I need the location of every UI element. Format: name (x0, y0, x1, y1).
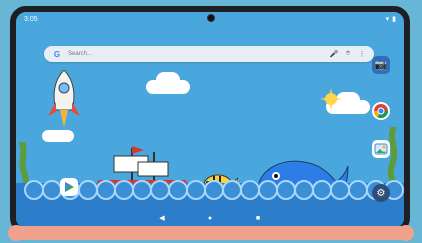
status-bar: 3:05 ▾ ▮ (16, 12, 404, 26)
wifi-icon: ▾ (385, 16, 390, 23)
tablet-frame: 3:05 ▾ ▮ G Search... 🎤 ⌾ ⋮ 📷 ⚙ ◀ ● ■ (10, 6, 410, 234)
play-store-app-icon[interactable] (60, 178, 78, 196)
mic-icon[interactable]: 🎤 (330, 50, 339, 58)
gallery-app-icon[interactable] (372, 140, 390, 158)
grid-icon[interactable]: ⋮ (358, 50, 366, 58)
battery-icon: ▮ (392, 16, 396, 23)
chrome-app-icon[interactable] (372, 102, 390, 120)
recents-button[interactable]: ■ (254, 214, 262, 222)
google-icon: G (53, 49, 61, 59)
gallery-icon (374, 143, 388, 155)
navigation-bar: ◀ ● ■ (16, 212, 404, 224)
rocket-graphic (48, 70, 80, 128)
settings-app-icon[interactable]: ⚙ (372, 184, 390, 202)
search-actions: 🎤 ⌾ ⋮ (330, 50, 366, 58)
google-search-bar[interactable]: G Search... 🎤 ⌾ ⋮ (44, 46, 374, 62)
back-button[interactable]: ◀ (158, 214, 166, 222)
search-placeholder: Search... (68, 51, 93, 57)
status-time: 3:05 (24, 15, 38, 23)
lens-icon[interactable]: ⌾ (344, 50, 352, 58)
sun-graphic (320, 88, 342, 110)
status-icons: ▾ ▮ (386, 15, 396, 23)
home-button[interactable]: ● (206, 214, 214, 222)
settings-icon: ⚙ (376, 187, 386, 199)
camera-icon: 📷 (374, 59, 388, 71)
camera-app-icon[interactable]: 📷 (372, 56, 390, 74)
bottom-bumper (8, 225, 414, 241)
play-icon (65, 182, 74, 192)
chrome-icon (374, 104, 388, 118)
